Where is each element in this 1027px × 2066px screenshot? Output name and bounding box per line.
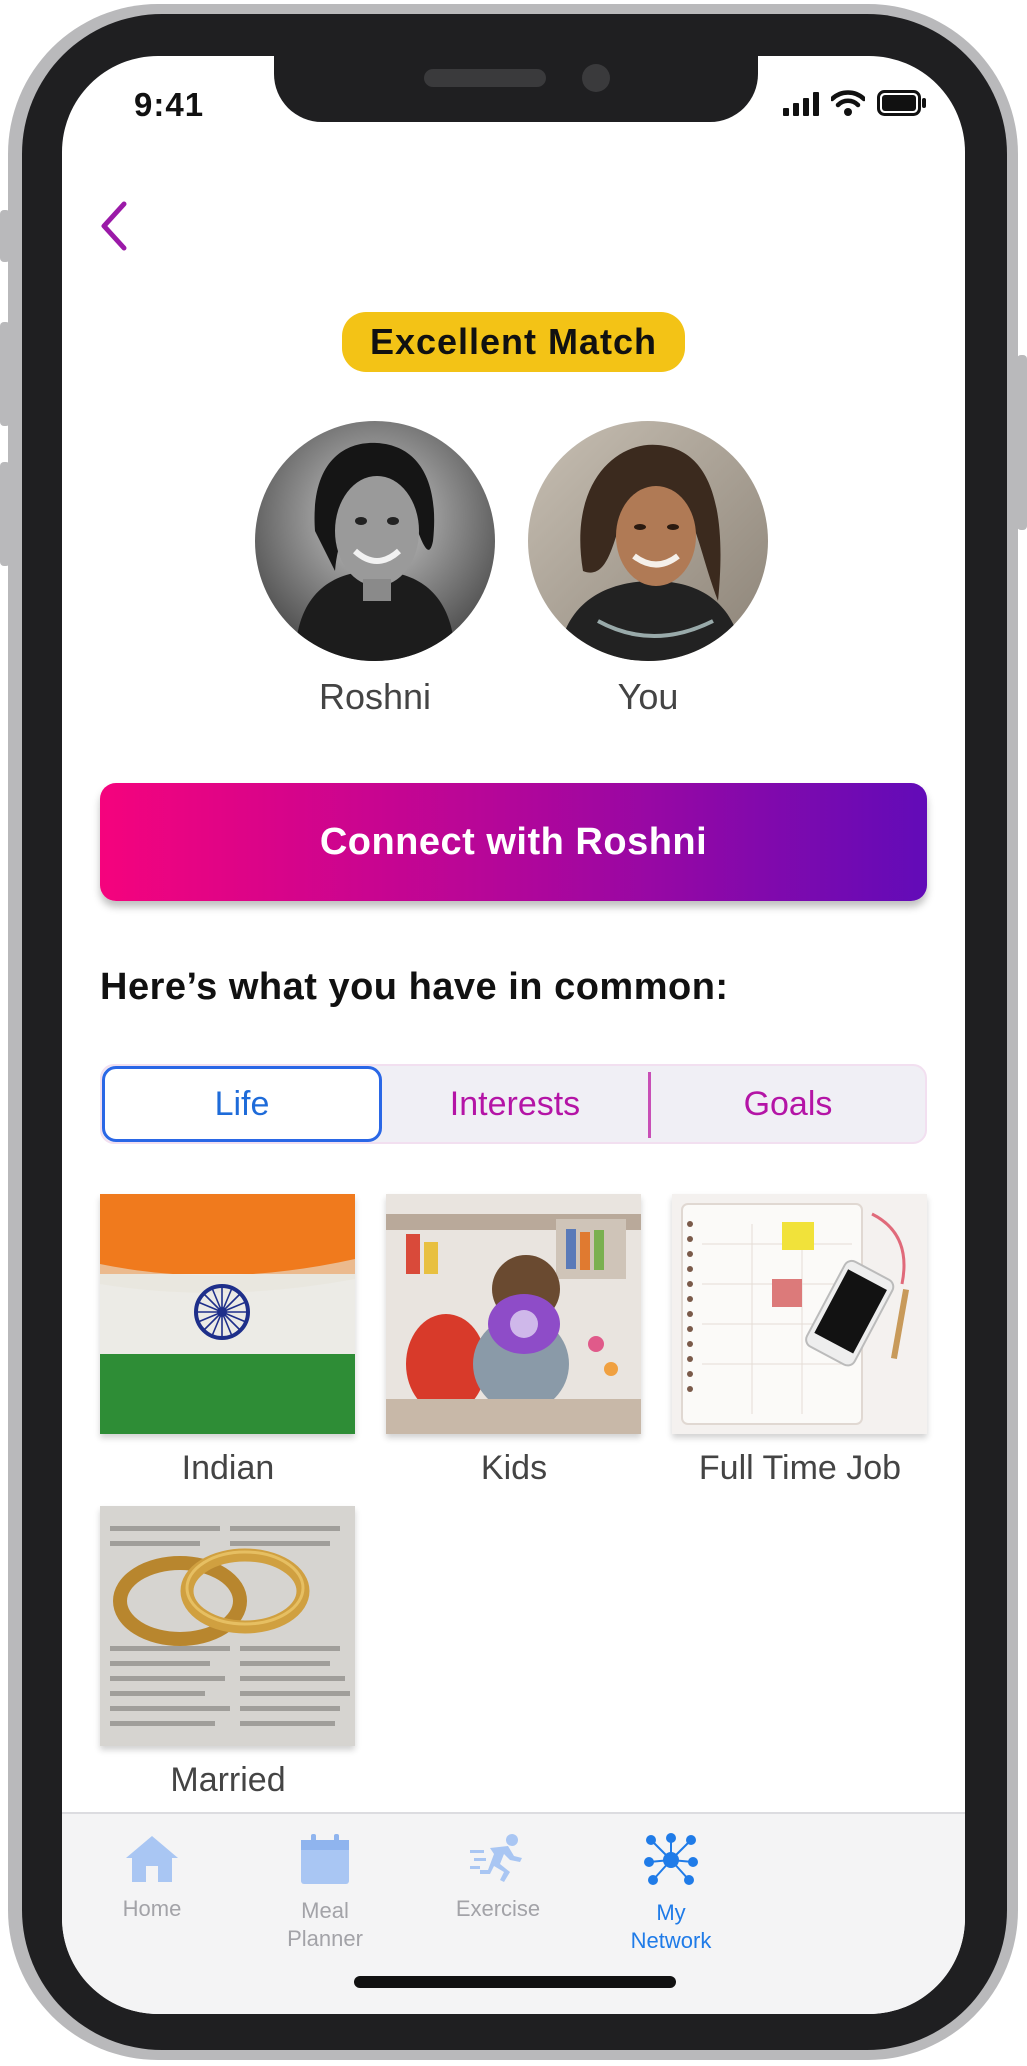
notch	[274, 56, 758, 122]
cellular-signal-icon	[783, 92, 819, 116]
avatar-name-you: You	[617, 676, 679, 717]
avatar-you	[528, 421, 768, 661]
planner-image	[672, 1194, 927, 1434]
tab-bar-label-my-network: My Network	[630, 1900, 712, 1953]
back-button[interactable]	[92, 196, 138, 256]
tile-full-time-job[interactable]	[672, 1194, 927, 1434]
tile-kids[interactable]	[386, 1194, 641, 1434]
tile-label-full-time-job: Full Time Job	[698, 1449, 902, 1487]
wifi-icon	[831, 90, 865, 116]
avatar-name-roshni: Roshni	[318, 676, 432, 717]
common-segmented-control: Life Interests Goals	[100, 1064, 927, 1144]
app-screen: 9:41 Excellent Match Roshni You Connect …	[62, 56, 965, 2014]
chevron-left-icon	[101, 201, 127, 251]
tab-bar-label-meal-planner: Meal Planner	[287, 1898, 363, 1951]
tile-label-married: Married	[170, 1761, 286, 1799]
tile-married[interactable]	[100, 1506, 355, 1746]
calendar-icon	[301, 1834, 349, 1884]
common-section-title: Here’s what you have in common:	[100, 966, 729, 1008]
connect-button[interactable]: Connect with Roshni	[100, 783, 927, 901]
tile-label-indian: Indian	[181, 1449, 275, 1487]
volume-up-button	[0, 322, 10, 426]
kids-image	[386, 1194, 641, 1434]
volume-down-button	[0, 462, 10, 566]
tab-interests[interactable]: Interests	[382, 1066, 648, 1142]
home-icon	[126, 1836, 178, 1882]
status-icons	[783, 90, 927, 116]
avatar-roshni	[255, 421, 495, 661]
tile-indian[interactable]	[100, 1194, 355, 1434]
tab-bar-label-home: Home	[122, 1896, 182, 1921]
tab-bar-item-meal-planner[interactable]: Meal Planner	[235, 1832, 415, 1953]
speaker	[424, 69, 546, 87]
battery-icon	[877, 90, 926, 116]
tab-bar-item-home[interactable]: Home	[62, 1832, 242, 1923]
match-badge: Excellent Match	[342, 312, 685, 372]
tile-label-kids: Kids	[480, 1449, 548, 1487]
mute-switch	[0, 210, 10, 262]
status-time: 9:41	[134, 86, 205, 123]
rings-image	[100, 1506, 355, 1746]
tab-bar-item-exercise[interactable]: Exercise	[408, 1832, 588, 1923]
front-camera	[582, 64, 610, 92]
india-flag-image	[100, 1194, 355, 1434]
runner-icon	[470, 1834, 522, 1882]
network-icon	[644, 1833, 698, 1885]
tab-bar-label-exercise: Exercise	[455, 1896, 541, 1921]
tab-life[interactable]: Life	[102, 1066, 382, 1142]
home-indicator[interactable]	[354, 1976, 676, 1988]
tab-goals[interactable]: Goals	[651, 1066, 925, 1142]
tab-bar-item-my-network[interactable]: My Network	[581, 1832, 761, 1955]
power-button	[1017, 355, 1027, 530]
